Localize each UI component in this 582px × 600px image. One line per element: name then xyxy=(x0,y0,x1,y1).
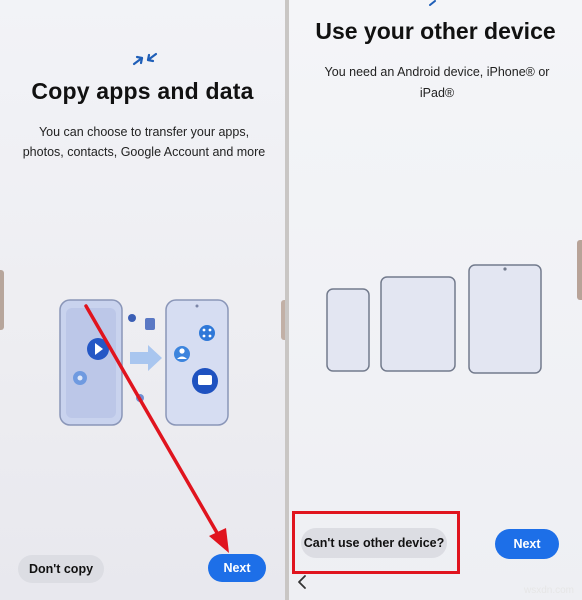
chevron-icon xyxy=(429,0,436,6)
page-title: Use your other device xyxy=(315,18,556,44)
next-button[interactable]: Next xyxy=(495,529,559,559)
apps-icon xyxy=(199,325,215,341)
transfer-arrows-icon xyxy=(132,52,158,66)
contact-icon xyxy=(174,346,190,362)
transfer-illustration xyxy=(59,299,229,426)
page-subtitle: You need an Android device, iPhone® or i… xyxy=(324,65,550,100)
use-other-device-screen: Use your other device You need an Androi… xyxy=(289,0,582,600)
devices-illustration xyxy=(326,264,542,374)
next-button[interactable]: Next xyxy=(208,554,266,582)
phone-illustration xyxy=(326,288,370,372)
finger-edge xyxy=(577,240,582,300)
highlight-box xyxy=(292,511,460,574)
new-phone-illustration xyxy=(165,299,229,426)
page-subtitle: You can choose to transfer your apps, ph… xyxy=(22,125,266,159)
back-chevron-icon[interactable] xyxy=(295,574,309,590)
copy-apps-screen: Copy apps and data You can choose to tra… xyxy=(0,0,285,600)
large-tablet-illustration xyxy=(468,264,542,374)
page-title: Copy apps and data xyxy=(31,78,254,104)
watermark: wsxdn.com xyxy=(523,585,574,596)
transfer-arrow-illustration xyxy=(130,345,162,371)
finger-edge xyxy=(0,270,4,330)
dont-copy-button[interactable]: Don't copy xyxy=(18,555,104,583)
tablet-illustration xyxy=(380,276,456,372)
